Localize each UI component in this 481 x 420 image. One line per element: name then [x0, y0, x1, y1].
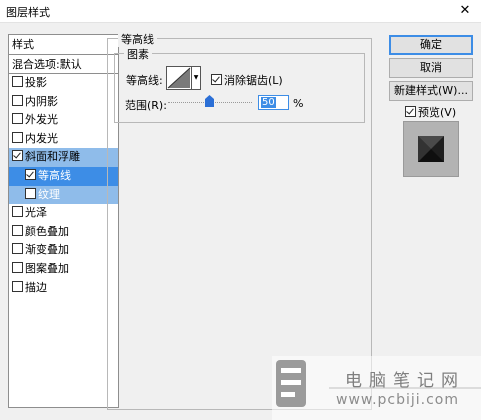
style-preview	[403, 121, 459, 177]
checkbox[interactable]	[12, 131, 23, 143]
style-item-label: 内阴影	[25, 94, 58, 108]
style-item-inner-glow[interactable]: 内发光	[9, 130, 118, 149]
checkbox[interactable]	[12, 280, 23, 292]
watermark-text: 电脑笔记网	[345, 371, 465, 391]
checkbox[interactable]	[12, 224, 23, 236]
style-item-outer-glow[interactable]: 外发光	[9, 111, 118, 130]
title-bar: 图层样式 ✕	[0, 0, 481, 23]
watermark-url: www.pcbiji.com	[336, 392, 460, 408]
close-icon[interactable]: ✕	[449, 0, 481, 22]
range-label: 范围(R):	[125, 99, 167, 112]
window-title: 图层样式	[6, 6, 50, 19]
style-item-label: 投影	[25, 76, 47, 89]
contour-dropdown-arrow-icon[interactable]: ▼	[192, 66, 201, 90]
style-item-drop-shadow[interactable]: 投影	[9, 74, 118, 93]
checkbox-checked[interactable]	[405, 106, 416, 117]
new-style-button[interactable]: 新建样式(W)...	[389, 81, 473, 101]
style-item-contour[interactable]: 等高线	[9, 166, 118, 186]
contour-label: 等高线:	[126, 74, 163, 87]
antialias-checkbox[interactable]: 消除锯齿(L)	[211, 72, 283, 88]
checkbox-checked[interactable]	[12, 150, 23, 162]
style-item-texture[interactable]: 纹理	[9, 185, 118, 205]
range-input[interactable]: 50	[258, 95, 289, 110]
cancel-button[interactable]: 取消	[389, 58, 473, 78]
style-item-label: 光泽	[25, 206, 47, 220]
contour-curve-icon	[167, 67, 191, 89]
style-item-label: 渐变叠加	[25, 243, 69, 257]
panel-title: 等高线	[118, 31, 157, 47]
preview-label: 预览(V)	[418, 106, 457, 119]
styles-list: 样式 混合选项:默认 投影 内阴影 外发光 内发光 斜面和浮雕 等高线 纹理 光…	[8, 34, 119, 408]
antialias-label: 消除锯齿(L)	[224, 74, 283, 87]
ok-button[interactable]: 确定	[389, 35, 473, 55]
style-item-satin[interactable]: 光泽	[9, 204, 118, 223]
style-item-label: 描边	[25, 280, 47, 294]
style-item-gradient-overlay[interactable]: 渐变叠加	[9, 241, 118, 260]
style-item-stroke[interactable]: 描边	[9, 279, 118, 298]
contour-picker[interactable]	[166, 66, 192, 90]
checkbox-checked[interactable]	[25, 168, 36, 180]
style-item-label: 外发光	[25, 113, 58, 127]
style-item-inner-shadow[interactable]: 内阴影	[9, 93, 118, 112]
checkbox[interactable]	[12, 113, 23, 125]
group-title: 图素	[124, 46, 152, 62]
checkbox[interactable]	[12, 261, 23, 273]
preview-checkbox[interactable]: 预览(V)	[405, 104, 456, 120]
range-unit: %	[293, 97, 304, 110]
style-item-label: 颜色叠加	[25, 224, 69, 238]
checkbox[interactable]	[12, 94, 23, 106]
style-item-label: 等高线	[38, 168, 71, 182]
checkbox[interactable]	[12, 243, 23, 255]
style-item-label: 斜面和浮雕	[25, 150, 80, 164]
checkbox[interactable]	[12, 206, 23, 218]
preview-thumbnail	[418, 136, 444, 162]
checkbox[interactable]	[25, 187, 36, 199]
style-item-label: 纹理	[38, 187, 60, 201]
slider-thumb-icon[interactable]	[205, 95, 214, 107]
blend-options-item[interactable]: 混合选项:默认	[9, 55, 118, 74]
style-item-bevel-emboss[interactable]: 斜面和浮雕	[9, 148, 118, 167]
range-value: 50	[261, 97, 276, 108]
style-item-color-overlay[interactable]: 颜色叠加	[9, 223, 118, 242]
styles-header[interactable]: 样式	[9, 35, 118, 55]
style-item-pattern-overlay[interactable]: 图案叠加	[9, 260, 118, 279]
style-item-label: 图案叠加	[25, 261, 69, 275]
checkbox[interactable]	[12, 76, 23, 87]
checkbox-checked[interactable]	[211, 74, 222, 85]
style-item-label: 内发光	[25, 131, 58, 145]
